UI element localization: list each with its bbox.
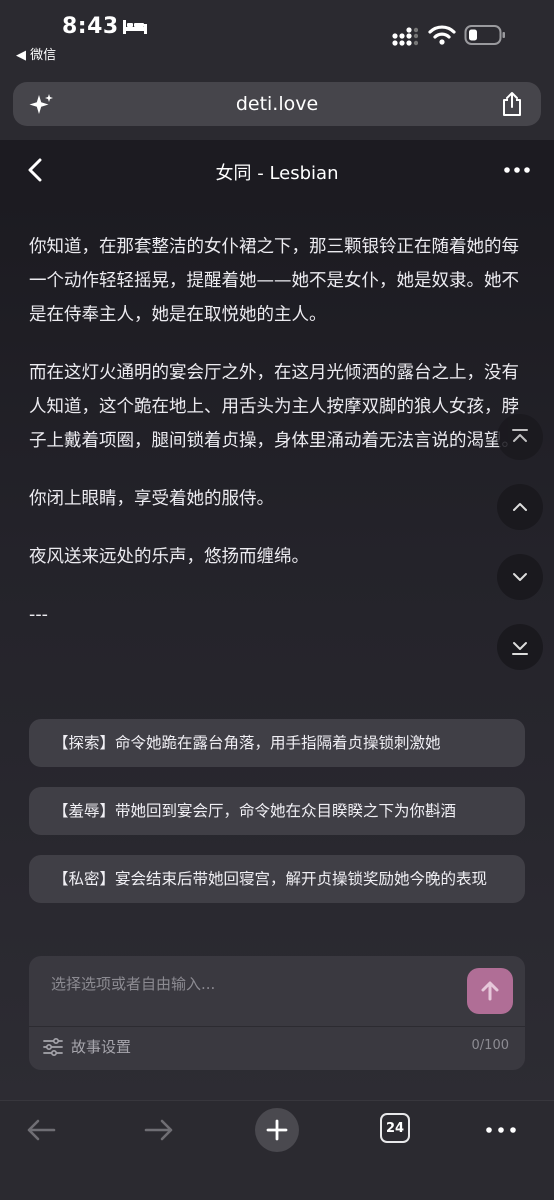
story-paragraph: 而在这灯火通明的宴会厅之外，在这月光倾洒的露台之上，没有人知道，这个跪在地上、用… [29,363,519,451]
tabs-icon[interactable]: 24 [380,1113,410,1143]
option-humiliate[interactable]: 【羞辱】带她回到宴会厅，命令她在众目睽睽之下为你斟酒 [29,787,525,835]
option-private[interactable]: 【私密】宴会结束后带她回寝宫，解开贞操锁奖励她今晚的表现 [29,855,525,903]
url-text[interactable]: deti.love [13,93,541,115]
char-count: 0/100 [471,1038,509,1053]
status-bar: 8:43 ◀ 微信 [0,0,554,70]
scroll-to-bottom-button[interactable] [497,624,543,670]
scroll-to-top-icon [512,429,528,442]
more-icon[interactable] [486,1127,516,1133]
option-explore[interactable]: 【探索】命令她跪在露台角落，用手指隔着贞操锁刺激她 [29,719,525,767]
plus-icon [266,1119,288,1141]
forward-arrow-icon[interactable] [142,1115,176,1145]
status-time: 8:43 [62,14,119,39]
input-divider [29,1026,525,1027]
story-settings-label: 故事设置 [71,1038,132,1056]
back-arrow-icon[interactable] [24,1115,58,1145]
scroll-to-top-button[interactable] [497,414,543,460]
sliders-icon [43,1037,63,1056]
scroll-down-icon [513,573,527,581]
story-input[interactable] [51,968,451,1000]
scroll-to-bottom-icon [512,642,528,655]
bed-icon [123,20,147,34]
story-paragraph: 你知道，在那套整洁的女仆裙之下，那三颗银铃正在随着她的每一个动作轻轻摇晃，提醒着… [29,237,519,325]
send-arrow-icon [481,981,499,1001]
story-text: 你知道，在那套整洁的女仆裙之下，那三颗银铃正在随着她的每一个动作轻轻摇晃，提醒着… [29,230,525,656]
page-title: 女同 - Lesbian [215,163,339,184]
story-paragraph: 你闭上眼睛，享受着她的服侍。 [29,489,274,509]
share-icon[interactable] [501,91,523,117]
new-tab-button[interactable] [255,1108,299,1152]
story-content: 你知道，在那套整洁的女仆裙之下，那三颗银铃正在随着她的每一个动作轻轻摇晃，提醒着… [0,200,554,1100]
story-paragraph: 夜风送来远处的乐声，悠扬而缠绵。 [29,547,309,567]
scroll-up-button[interactable] [497,484,543,530]
more-icon[interactable] [504,167,530,173]
story-separator: --- [29,605,48,625]
wifi-icon [428,25,456,45]
address-bar[interactable]: deti.love [13,82,541,126]
signal-icon [392,27,418,46]
scroll-up-icon [513,503,527,511]
input-box: 故事设置 0/100 [29,956,525,1070]
back-to-app-link[interactable]: ◀ 微信 [16,44,56,63]
page-header: 女同 - Lesbian [0,140,554,200]
battery-icon [464,25,505,45]
story-settings-button[interactable]: 故事设置 [43,1036,131,1057]
scroll-down-button[interactable] [497,554,543,600]
send-button[interactable] [467,968,513,1014]
browser-address-area: deti.love [0,70,554,140]
browser-toolbar: 24 [0,1100,554,1200]
